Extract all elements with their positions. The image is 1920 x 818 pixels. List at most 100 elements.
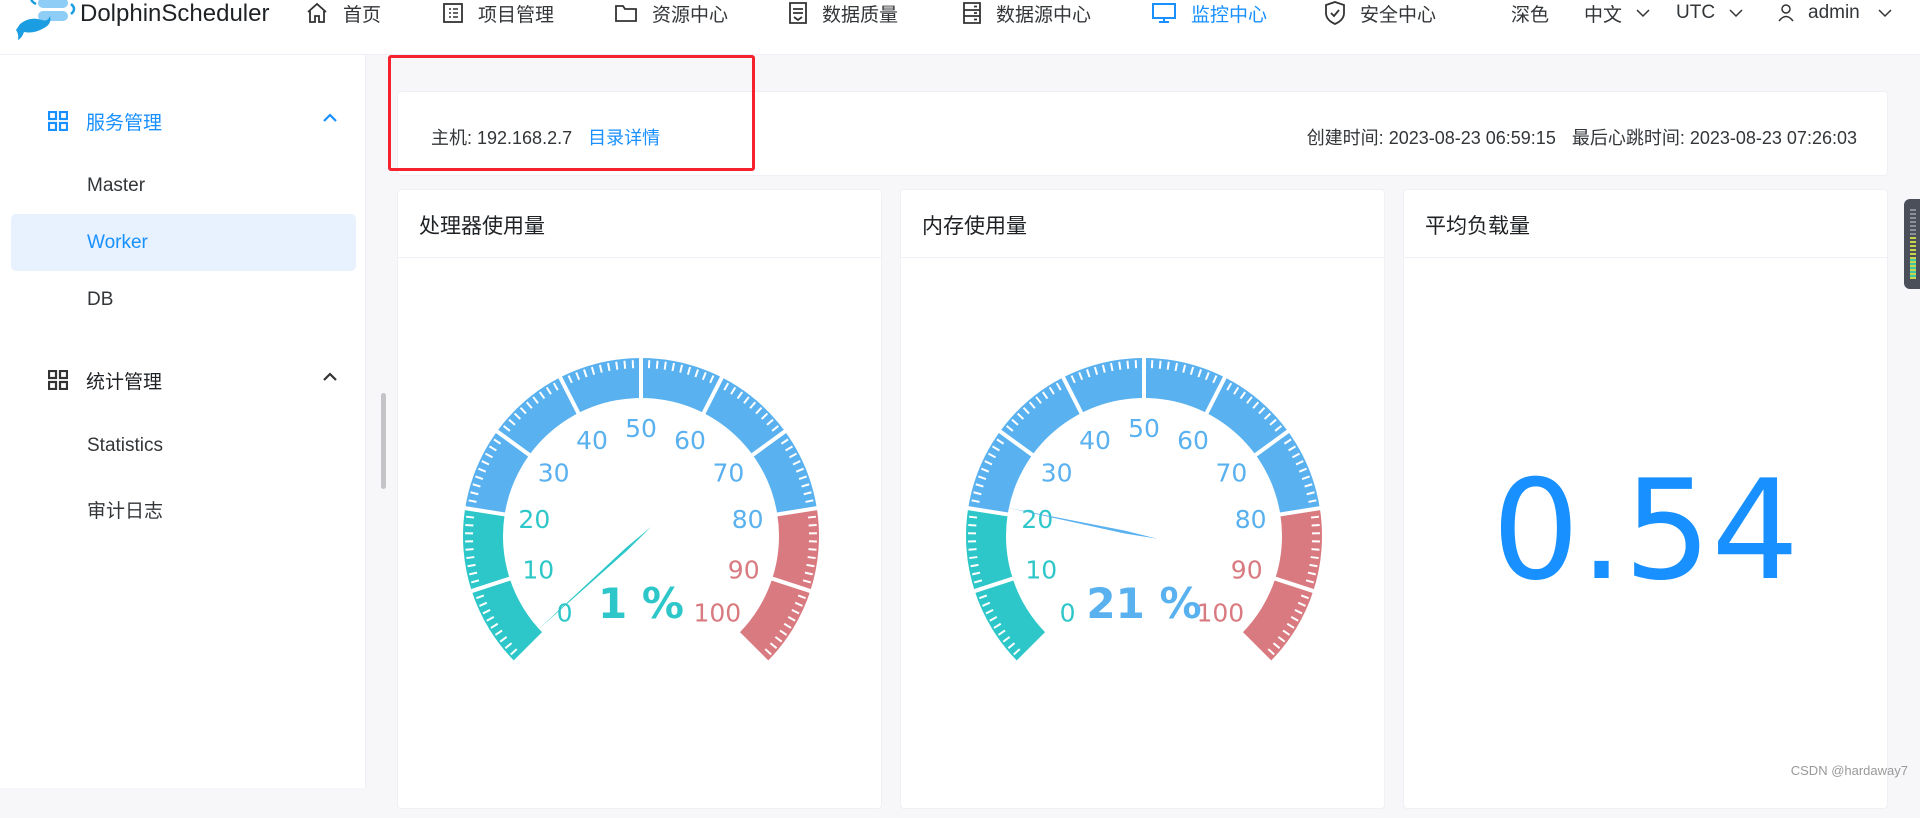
gauge-tick-label: 10 bbox=[1025, 555, 1057, 584]
sidebar-item-audit-log[interactable]: 审计日志 bbox=[11, 481, 356, 538]
gauge-minor-tick bbox=[624, 361, 625, 369]
sidebar-group-service[interactable]: 服务管理 bbox=[0, 93, 366, 149]
language-select[interactable]: 中文 bbox=[1584, 0, 1650, 26]
sidebar-item-label: 审计日志 bbox=[87, 496, 163, 523]
data-quality-icon bbox=[788, 1, 808, 25]
dolphinscheduler-logo-icon[interactable] bbox=[14, 0, 78, 42]
gauge-minor-tick bbox=[1119, 362, 1120, 370]
meter-bars bbox=[1910, 259, 1916, 279]
gauge-minor-tick bbox=[1312, 525, 1320, 526]
nav-security[interactable]: 安全中心 bbox=[1324, 0, 1436, 26]
gauge-tick-label: 40 bbox=[576, 426, 608, 455]
chevron-up-icon bbox=[322, 372, 338, 382]
gauge-tick-label: 0 bbox=[557, 598, 573, 627]
chevron-up-icon bbox=[322, 113, 338, 123]
sidebar-item-worker[interactable]: Worker bbox=[11, 214, 356, 271]
sidebar: 服务管理 Master Worker DB 统计管理 Statistics 审计… bbox=[0, 55, 366, 788]
gauge-tick-label: 10 bbox=[522, 555, 554, 584]
sidebar-item-label: Statistics bbox=[87, 435, 163, 457]
nav-resources-label: 资源中心 bbox=[652, 0, 728, 27]
gauge-minor-tick bbox=[1160, 361, 1161, 369]
gauge-minor-tick bbox=[808, 517, 816, 518]
gauge-minor-tick bbox=[657, 361, 658, 369]
theme-label: 深色 bbox=[1511, 0, 1549, 27]
sidebar-item-db[interactable]: DB bbox=[11, 271, 356, 328]
nav-resources[interactable]: 资源中心 bbox=[614, 0, 728, 26]
load-average-value: 0.54 bbox=[1404, 462, 1887, 600]
gauge-tick-label: 20 bbox=[518, 505, 550, 534]
host-label: 主机: 192.168.2.7 bbox=[431, 128, 572, 148]
gauge-tick-label: 90 bbox=[728, 555, 760, 584]
gauge-tick-label: 80 bbox=[732, 505, 764, 534]
cpu-gauge: 01020304050607080901001 % bbox=[398, 258, 883, 818]
nav-monitor-label: 监控中心 bbox=[1191, 0, 1267, 27]
sidebar-item-label: Master bbox=[87, 175, 145, 197]
heartbeat-time: 最后心跳时间: 2023-08-23 07:26:03 bbox=[1572, 128, 1857, 148]
chevron-down-icon bbox=[1878, 8, 1892, 18]
chevron-down-icon bbox=[1636, 8, 1650, 18]
user-icon bbox=[1778, 4, 1794, 22]
theme-toggle[interactable]: 深色 bbox=[1511, 0, 1549, 26]
card-title: 内存使用量 bbox=[922, 210, 1027, 240]
user-name: admin bbox=[1808, 2, 1860, 24]
gauge-tick-label: 50 bbox=[1128, 414, 1160, 443]
sidebar-item-label: DB bbox=[87, 289, 113, 311]
memory-gauge: 010203040506070809010021 % bbox=[901, 258, 1386, 818]
sidebar-item-master[interactable]: Master bbox=[11, 157, 356, 214]
timezone-label: UTC bbox=[1676, 2, 1715, 24]
gauge-tick-label: 90 bbox=[1231, 555, 1263, 584]
gauge-tick-label: 70 bbox=[712, 459, 744, 488]
gauge-tick-label: 30 bbox=[1041, 459, 1073, 488]
nav-monitor[interactable]: 监控中心 bbox=[1151, 0, 1267, 26]
gauge-minor-tick bbox=[808, 549, 816, 550]
gauge-minor-tick bbox=[1311, 549, 1319, 550]
sidebar-item-statistics[interactable]: Statistics bbox=[11, 417, 356, 474]
gauge-minor-tick bbox=[806, 565, 814, 566]
gauge-minor-tick bbox=[968, 525, 976, 526]
gauge-tick-label: 100 bbox=[1197, 598, 1245, 627]
gauge-minor-tick bbox=[808, 557, 816, 558]
sidebar-item-label: Worker bbox=[87, 232, 148, 254]
cpu-usage-card: 处理器使用量 01020304050607080901001 % bbox=[397, 189, 882, 809]
gauge-tick-label: 20 bbox=[1021, 505, 1053, 534]
timezone-select[interactable]: UTC bbox=[1676, 0, 1743, 26]
card-title: 处理器使用量 bbox=[419, 210, 545, 240]
host-info: 主机: 192.168.2.7 目录详情 bbox=[431, 124, 660, 150]
gauge-minor-tick bbox=[1311, 517, 1319, 518]
gauge-minor-tick bbox=[1127, 361, 1128, 369]
nav-projects[interactable]: 项目管理 bbox=[442, 0, 554, 26]
gauge-tick-label: 0 bbox=[1060, 598, 1076, 627]
sidebar-group-statistics[interactable]: 统计管理 bbox=[0, 352, 366, 408]
nav-data-quality-label: 数据质量 bbox=[822, 0, 898, 27]
gauge-tick-label: 60 bbox=[674, 426, 706, 455]
worker-info-card: 主机: 192.168.2.7目录详情 创建时间: 2023-08-23 06:… bbox=[397, 91, 1888, 176]
nav-security-label: 安全中心 bbox=[1360, 0, 1436, 27]
nav-data-quality[interactable]: 数据质量 bbox=[788, 0, 898, 26]
gauge-tick-label: 40 bbox=[1079, 426, 1111, 455]
shield-icon bbox=[1324, 0, 1346, 26]
monitor-icon bbox=[1151, 1, 1177, 25]
sidebar-scrollbar[interactable] bbox=[381, 393, 386, 489]
user-menu[interactable]: admin bbox=[1778, 0, 1892, 26]
gauge-tick-label: 100 bbox=[694, 598, 742, 627]
brand-name[interactable]: DolphinScheduler bbox=[80, 1, 269, 27]
gauge-minor-tick bbox=[466, 549, 474, 550]
gauge-minor-tick bbox=[468, 565, 476, 566]
gauge-minor-tick bbox=[969, 557, 977, 558]
gauge-tick-label: 30 bbox=[538, 459, 570, 488]
sidebar-group-label: 统计管理 bbox=[86, 367, 162, 394]
home-icon bbox=[305, 1, 329, 25]
floating-widget[interactable] bbox=[1904, 199, 1920, 289]
gauge-minor-tick bbox=[969, 517, 977, 518]
gauge-value: 21 % bbox=[1086, 579, 1201, 628]
directory-details-link[interactable]: 目录详情 bbox=[588, 128, 660, 148]
nav-projects-label: 项目管理 bbox=[478, 0, 554, 27]
nav-home[interactable]: 首页 bbox=[305, 0, 381, 26]
gauge-minor-tick bbox=[1168, 362, 1169, 370]
gauge-minor-tick bbox=[616, 362, 617, 370]
chevron-down-icon bbox=[1729, 8, 1743, 18]
grid-icon bbox=[48, 370, 68, 390]
gauge-value: 1 % bbox=[598, 579, 684, 628]
nav-datasource[interactable]: 数据源中心 bbox=[962, 0, 1091, 26]
sidebar-group-label: 服务管理 bbox=[86, 108, 162, 135]
